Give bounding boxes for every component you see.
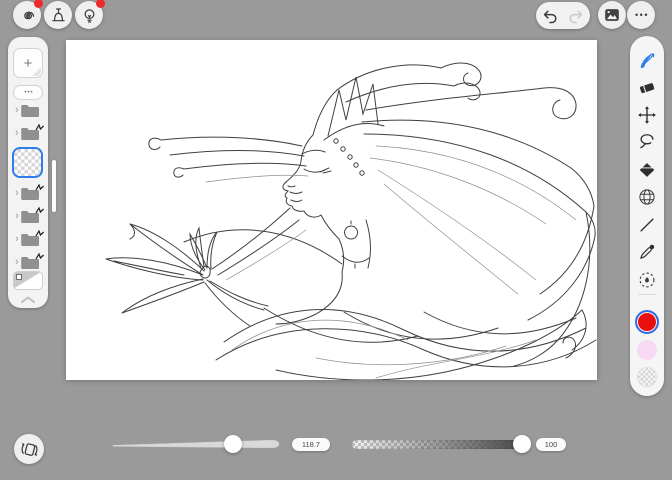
diamond-fill-icon [639, 163, 655, 177]
tool-eyedropper[interactable] [637, 242, 657, 262]
line-icon [640, 218, 654, 232]
tool-fill[interactable] [637, 160, 657, 180]
size-value-badge: 118.7 [292, 438, 330, 451]
collapse-panel-button[interactable] [18, 291, 38, 303]
sphere-grid-icon [639, 189, 655, 205]
brush-icon [640, 53, 655, 69]
tools-panel [630, 36, 664, 396]
notification-dot [96, 0, 105, 8]
folder-badge [35, 206, 44, 213]
folded-corner [32, 67, 41, 76]
opacity-slider-thumb[interactable] [513, 435, 531, 453]
tool-brush[interactable] [637, 50, 657, 70]
lightbulb-icon [84, 8, 94, 23]
folder-icon [20, 183, 44, 201]
notification-dot [34, 0, 43, 8]
chevron-right-icon: › [15, 209, 19, 222]
tool-eraser[interactable] [637, 77, 657, 97]
background-layer-thumbnail[interactable] [13, 271, 43, 290]
tips-button[interactable] [75, 0, 105, 29]
import-image-button[interactable] [598, 1, 626, 29]
layer-folder-row[interactable]: › [12, 229, 48, 247]
chevron-right-icon: › [15, 126, 19, 139]
tool-line[interactable] [637, 215, 657, 235]
canvas-artwork [105, 62, 597, 381]
opacity-slider[interactable] [352, 440, 530, 449]
dashed-circle-icon [639, 272, 655, 288]
divider [638, 294, 656, 295]
gallery-button[interactable] [13, 0, 43, 29]
background-layer-badge [16, 274, 22, 280]
chevron-right-icon: › [15, 232, 19, 245]
layer-folder-row[interactable]: › [12, 252, 48, 270]
chevron-right-icon: › [15, 103, 19, 116]
more-options-button[interactable]: ••• [627, 1, 655, 29]
folder-icon [20, 123, 44, 141]
layer-folder-row[interactable]: › [12, 206, 48, 224]
tool-move[interactable] [637, 105, 657, 125]
layers-panel: + ••• › › › › › › [8, 37, 48, 308]
opacity-value-badge: 100 [536, 438, 566, 451]
eraser-icon [639, 83, 655, 94]
folder-icon [20, 206, 44, 224]
selected-layer-thumbnail[interactable] [12, 147, 43, 178]
primary-color-swatch[interactable] [635, 310, 659, 334]
undo-icon[interactable] [541, 7, 559, 25]
drawing-canvas[interactable] [66, 40, 597, 381]
redo-icon[interactable] [568, 7, 586, 25]
layers-scrollbar[interactable] [52, 160, 56, 212]
tool-special-brush[interactable] [637, 270, 657, 290]
undo-redo-group [536, 2, 590, 29]
lasso-icon [640, 134, 654, 149]
layer-folder-row[interactable]: › [12, 102, 48, 118]
layer-folder-row[interactable]: › [12, 183, 48, 201]
size-slider-thumb[interactable] [224, 435, 242, 453]
layer-options-button[interactable]: ••• [13, 85, 43, 100]
folder-icon [20, 103, 40, 118]
rotate-canvas-icon [20, 442, 38, 456]
size-value: 118.7 [301, 440, 321, 449]
tool-grid[interactable] [637, 187, 657, 207]
chevron-right-icon: › [15, 255, 19, 268]
ellipsis-icon: ••• [635, 9, 649, 20]
chevron-right-icon: › [15, 186, 19, 199]
folder-badge [35, 229, 44, 236]
image-icon [605, 9, 619, 21]
app-window: ••• + ••• › › › › › › 118.7 100 [0, 0, 672, 480]
opacity-value: 100 [544, 440, 558, 449]
eyedropper-icon [640, 244, 655, 259]
move-icon [638, 106, 656, 124]
folder-icon [20, 252, 44, 270]
add-layer-button[interactable]: + [13, 48, 43, 78]
rotate-canvas-button[interactable] [14, 434, 44, 464]
layer-folder-row[interactable]: › [12, 123, 48, 141]
size-slider-track [112, 439, 280, 449]
secondary-color-swatch[interactable] [637, 340, 657, 360]
press-tool-button[interactable] [44, 1, 72, 29]
ellipsis-icon: ••• [24, 89, 34, 96]
tool-lasso[interactable] [637, 132, 657, 152]
folder-icon [20, 229, 44, 247]
spiral-icon [23, 11, 34, 19]
folder-badge [35, 252, 44, 259]
folder-badge [35, 123, 44, 130]
chevron-up-icon [21, 296, 35, 303]
folder-badge [35, 183, 44, 190]
brush-size-slider[interactable] [111, 436, 281, 452]
transparent-color-swatch[interactable] [637, 367, 657, 387]
press-icon [51, 7, 65, 21]
